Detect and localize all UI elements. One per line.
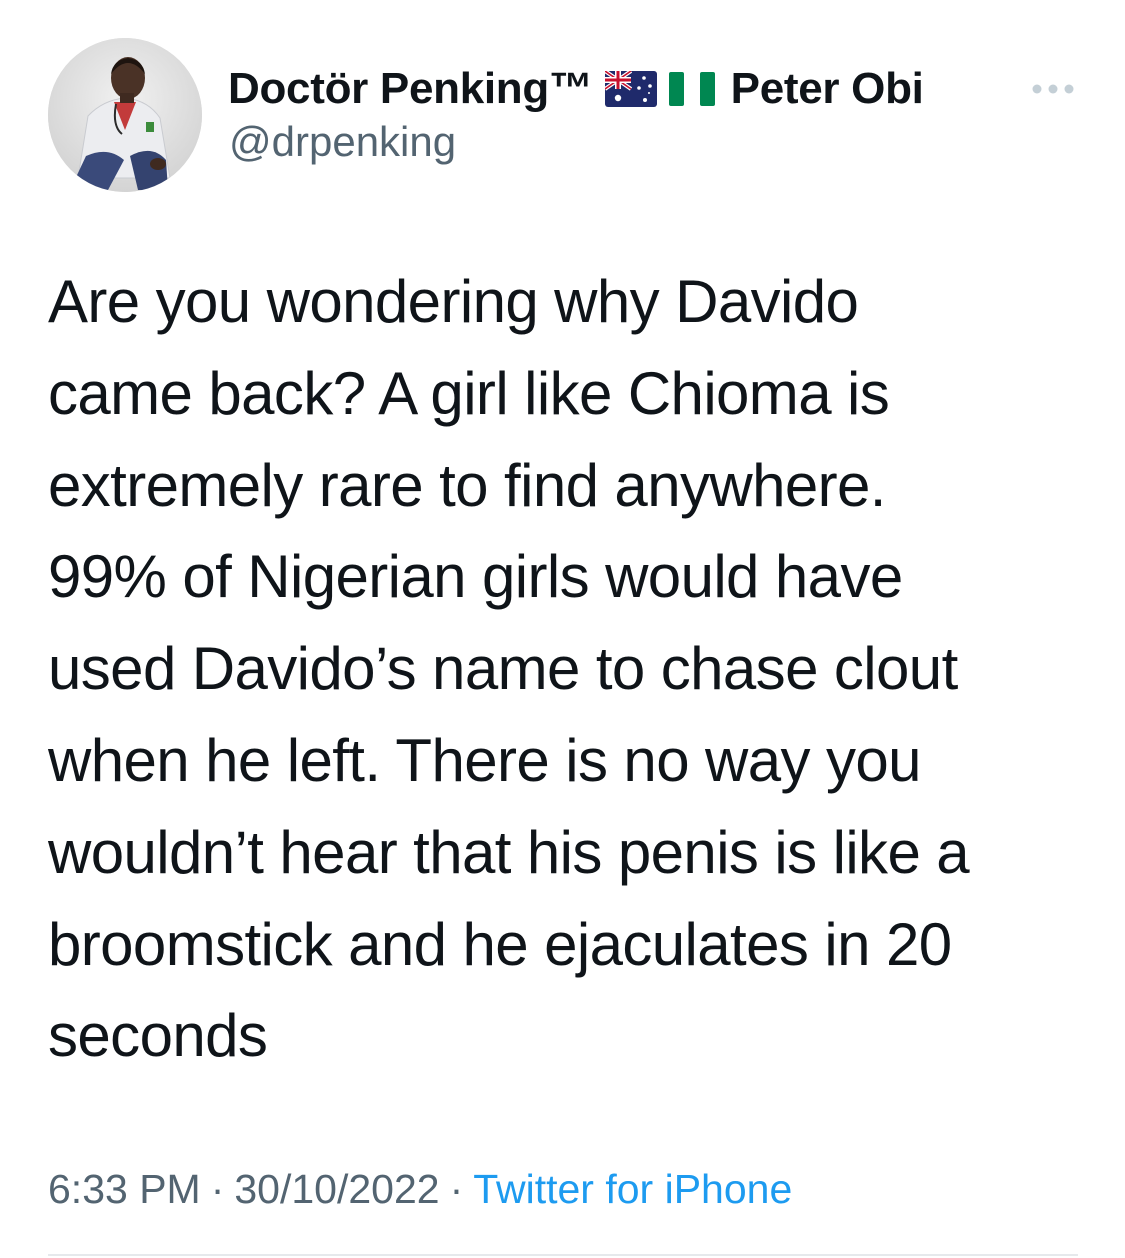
meta-separator: · (449, 1166, 464, 1212)
ellipsis-icon (1032, 84, 1074, 94)
tweet-time[interactable]: 6:33 PM (48, 1166, 201, 1212)
tweet-meta: 6:33 PM · 30/10/2022 · Twitter for iPhone (48, 1166, 792, 1213)
user-handle[interactable]: @drpenking (229, 118, 456, 166)
divider (48, 1254, 1078, 1256)
tweet-text-line: seconds (48, 1002, 268, 1070)
australia-flag-icon (604, 71, 657, 107)
profile-photo-icon (48, 38, 202, 192)
tweet-text-line: 99% of Nigerian girls would have (48, 543, 903, 611)
meta-separator: · (210, 1166, 225, 1212)
tweet: Doctör Penking™ Peter Obi @drpenking Are… (0, 0, 1125, 1258)
tweet-text-line: wouldn’t hear that his penis is like a (48, 818, 970, 886)
tweet-text-line: came back? A girl like Chioma is (48, 359, 890, 427)
tweet-source-link[interactable]: Twitter for iPhone (473, 1166, 792, 1212)
tweet-text-line: Are you wondering why Davido (48, 268, 859, 335)
nigeria-flag-icon (668, 72, 715, 106)
tweet-text-line: used Davido’s name to chase clout (48, 635, 958, 703)
tweet-text: Are you wondering why Davido came back? … (48, 256, 1083, 1082)
tweet-date[interactable]: 30/10/2022 (234, 1166, 439, 1212)
more-options-button[interactable] (1028, 80, 1078, 98)
tweet-text-line: when he left. There is no way you (48, 726, 922, 794)
display-name-suffix: Peter Obi (730, 64, 924, 113)
avatar[interactable] (48, 38, 202, 192)
tweet-text-line: extremely rare to find anywhere. (48, 451, 886, 519)
display-name[interactable]: Doctör Penking™ (228, 64, 593, 114)
author-name-row[interactable]: Doctör Penking™ Peter Obi (228, 62, 924, 116)
tweet-text-line: broomstick and he ejaculates in 20 (48, 910, 952, 978)
